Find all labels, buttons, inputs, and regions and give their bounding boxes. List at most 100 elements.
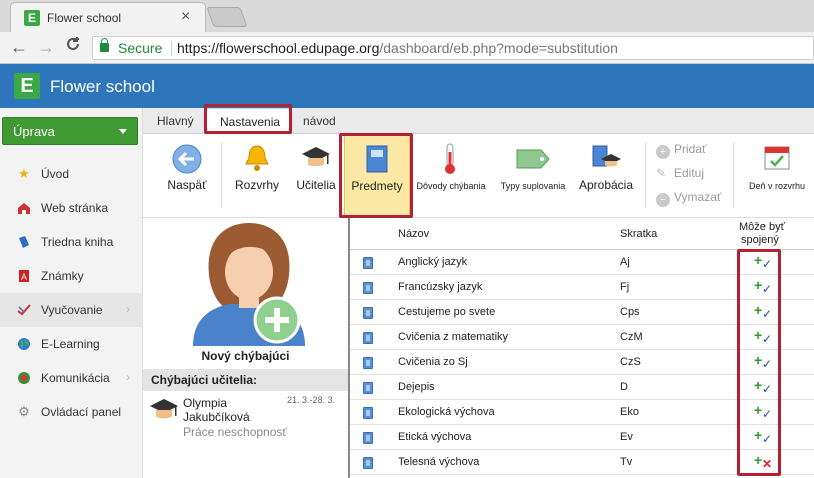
subject-name: Telesná výchova xyxy=(398,456,480,468)
minus-icon: − xyxy=(656,193,670,207)
forward-arrow-icon[interactable]: → xyxy=(37,37,55,58)
globe-icon xyxy=(17,337,31,351)
schedules-button[interactable]: Rozvrhy xyxy=(231,134,283,218)
sidebar-item-label: Triedna kniha xyxy=(41,235,114,249)
absence-reasons-button[interactable]: Dôvody chýbania xyxy=(415,134,487,218)
sidebar-item-label: E-Learning xyxy=(41,337,100,351)
sidebar: Úprava ★ Úvod Web stránka Triedna kniha … xyxy=(0,108,143,478)
url-path: /dashboard/eb.php?mode=substitution xyxy=(379,40,618,56)
absence-reason: Práce neschopnosť xyxy=(183,425,287,439)
bell-icon xyxy=(245,145,269,171)
book-icon xyxy=(17,235,31,249)
subject-book-icon xyxy=(363,407,373,419)
teaching-icon xyxy=(17,303,31,317)
back-circle-icon xyxy=(172,144,202,174)
absent-panel: Nový chýbajúci Chýbajúci učitelia: Olymp… xyxy=(143,218,348,478)
subject-short: Ev xyxy=(620,431,633,443)
subject-short: D xyxy=(620,381,628,393)
add-absent-avatar[interactable] xyxy=(189,220,309,349)
absence-date-range: 21. 3.-28. 3. xyxy=(287,395,336,405)
back-button[interactable]: Naspäť xyxy=(159,134,215,218)
absent-teachers-header: Chýbajúci učitelia: xyxy=(143,369,348,391)
browser-tab-strip: E Flower school × xyxy=(0,0,814,32)
approbation-button-label: Aprobácia xyxy=(578,178,634,192)
tab-close-icon[interactable]: × xyxy=(181,8,190,26)
column-header-name[interactable]: Názov xyxy=(398,228,429,240)
add-label: Pridať xyxy=(674,142,707,156)
sidebar-item-label: Úvod xyxy=(41,167,70,181)
substitution-types-button[interactable]: Typy suplovania xyxy=(495,134,571,218)
subject-name: Ekologická výchova xyxy=(398,406,495,418)
sidebar-item-control-panel[interactable]: ⚙ Ovládací panel xyxy=(0,395,143,429)
subject-short: Tv xyxy=(620,456,633,468)
subject-name: Anglický jazyk xyxy=(398,256,468,268)
app-title: Flower school xyxy=(50,77,155,96)
pencil-icon: ✎ xyxy=(656,166,667,180)
browser-tab-title: Flower school xyxy=(47,11,122,25)
toolbar-divider xyxy=(221,142,222,208)
highlight-frame xyxy=(339,133,413,218)
add-button[interactable]: + Pridať xyxy=(656,142,707,159)
sidebar-item-grades[interactable]: A Známky xyxy=(0,259,143,293)
new-absent-label[interactable]: Nový chýbajúci xyxy=(143,349,348,363)
url-divider xyxy=(171,41,172,56)
back-arrow-icon[interactable]: ← xyxy=(10,37,28,58)
reload-icon[interactable] xyxy=(65,36,81,57)
url-text: https://flowerschool.edupage.org/dashboa… xyxy=(177,40,618,56)
schedules-button-label: Rozvrhy xyxy=(234,178,279,192)
secure-label: Secure xyxy=(118,40,163,56)
subject-short: Aj xyxy=(620,256,630,268)
svg-text:A: A xyxy=(21,272,27,282)
column-header-short[interactable]: Skratka xyxy=(620,228,657,240)
highlight-frame xyxy=(204,104,292,134)
toolbar-divider xyxy=(733,142,734,208)
avatar-add-icon xyxy=(193,223,305,346)
approbation-icon xyxy=(592,145,621,167)
subject-short: Eko xyxy=(620,406,639,418)
chat-icon xyxy=(17,371,31,385)
back-button-label: Naspäť xyxy=(167,178,207,192)
sidebar-item-uvod[interactable]: ★ Úvod xyxy=(0,157,143,191)
subject-name: Cestujeme po svete xyxy=(398,306,496,318)
subject-book-icon xyxy=(363,357,373,369)
subject-book-icon xyxy=(363,382,373,394)
sidebar-item-communication[interactable]: Komunikácia › xyxy=(0,361,143,395)
app-header: E Flower school xyxy=(0,64,814,108)
teachers-button[interactable]: Učitelia xyxy=(291,134,341,218)
subject-name: Cvičenia z matematiky xyxy=(398,331,509,343)
teacher-last-name[interactable]: Jakubčíková xyxy=(183,410,250,424)
delete-button[interactable]: − Vymazať xyxy=(656,190,721,207)
star-icon: ★ xyxy=(18,166,30,181)
sidebar-item-web[interactable]: Web stránka xyxy=(0,191,143,225)
sidebar-item-elearning[interactable]: E-Learning xyxy=(0,327,143,361)
edit-button[interactable]: ✎ Edituj xyxy=(656,166,704,180)
favicon-icon: E xyxy=(24,10,40,26)
browser-tab[interactable]: E Flower school × xyxy=(10,2,206,32)
delete-label: Vymazať xyxy=(674,190,722,204)
day-in-schedule-button[interactable]: Deň v rozvrhu xyxy=(743,134,811,218)
subject-book-icon xyxy=(363,332,373,344)
subject-book-icon xyxy=(363,457,373,469)
subject-book-icon xyxy=(363,432,373,444)
address-bar-row: ← → Secure https://flowerschool.edupage.… xyxy=(0,32,814,64)
edupage-logo-icon[interactable]: E xyxy=(14,73,40,99)
new-tab-button[interactable] xyxy=(206,7,248,27)
teacher-first-name[interactable]: Olympia xyxy=(183,396,227,410)
tab-guide[interactable]: návod xyxy=(303,114,336,128)
edit-dropdown-button[interactable]: Úprava xyxy=(2,117,138,145)
column-header-combinable[interactable]: Môže byť xyxy=(739,221,785,233)
chevron-right-icon: › xyxy=(126,370,130,384)
grades-icon: A xyxy=(17,269,31,283)
teacher-cap-icon xyxy=(149,396,179,429)
gear-icon: ⚙ xyxy=(18,404,30,419)
tab-main[interactable]: Hlavný xyxy=(157,114,194,128)
sidebar-item-class-book[interactable]: Triedna kniha xyxy=(0,225,143,259)
highlight-frame xyxy=(737,249,781,476)
sidebar-item-teaching[interactable]: Vyučovanie › xyxy=(0,293,143,327)
url-field[interactable]: Secure https://flowerschool.edupage.org/… xyxy=(92,36,814,60)
approbation-button[interactable]: Aprobácia xyxy=(573,134,639,218)
house-icon xyxy=(17,201,31,215)
subject-name: Etická výchova xyxy=(398,431,472,443)
sidebar-item-label: Web stránka xyxy=(41,201,109,215)
subject-name: Cvičenia zo Sj xyxy=(398,356,468,368)
